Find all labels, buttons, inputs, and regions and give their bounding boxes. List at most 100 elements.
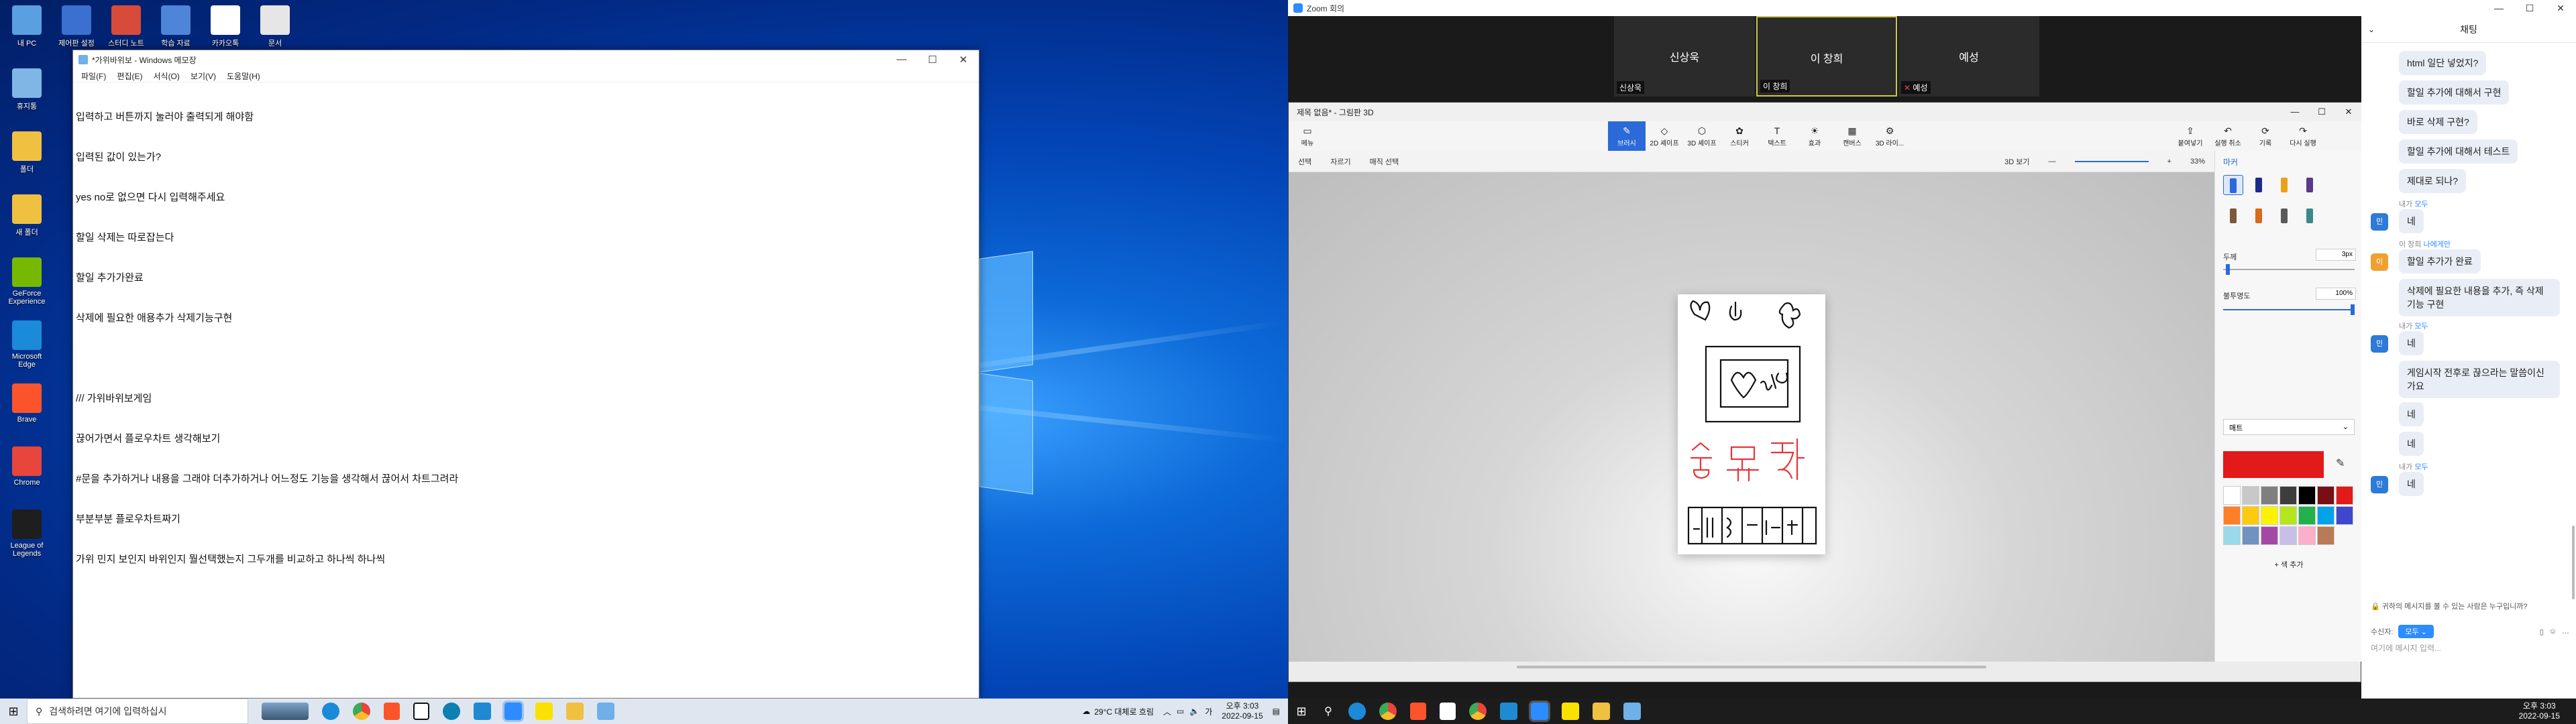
menu-view[interactable]: 보기(V)	[185, 69, 221, 82]
tool-button[interactable]: ☀ 효과	[1796, 121, 1833, 151]
kakaotalk-icon[interactable]	[1562, 703, 1579, 720]
chat-message[interactable]: html 일단 넣었지?	[2399, 51, 2487, 75]
paint3d-maximize-button[interactable]: ☐	[2308, 107, 2335, 117]
select-tool[interactable]: 선택	[1298, 156, 1311, 167]
notepad-text-area[interactable]: 입력하고 버튼까지 눌러야 출력되게 해야함 입력된 값이 있는가? yes n…	[73, 82, 979, 595]
clock[interactable]: 오후 3:03 2022-09-15	[1222, 701, 1263, 721]
desktop-icon[interactable]: 새 폴더	[3, 194, 51, 237]
kakaotalk-icon[interactable]	[535, 703, 553, 720]
file-icon[interactable]: ▯	[2540, 627, 2544, 636]
menu-edit[interactable]: 편집(E)	[111, 69, 148, 82]
start-button[interactable]: ⊞	[0, 705, 27, 719]
chrome-icon[interactable]	[353, 703, 370, 720]
crop-tool[interactable]: 자르기	[1330, 156, 1350, 167]
menu-format[interactable]: 서식(O)	[148, 69, 184, 82]
opacity-slider-thumb[interactable]	[2351, 304, 2355, 315]
desktop-icon[interactable]: 스터디 노트	[102, 5, 150, 48]
ime-indicator[interactable]: 가	[1205, 706, 1212, 717]
tool-button[interactable]: ▦ 캔버스	[1833, 121, 1871, 151]
vscode-icon[interactable]	[1500, 703, 1517, 720]
notepad-taskbar-icon[interactable]	[597, 703, 614, 720]
desktop-icon[interactable]: Brave	[3, 383, 51, 424]
brush-option[interactable]	[2300, 175, 2320, 195]
palette-swatch[interactable]	[2261, 526, 2278, 545]
history-button[interactable]: ⟳ 기록	[2247, 121, 2284, 151]
chat-message[interactable]: 네	[2399, 209, 2424, 233]
desktop-icon[interactable]: 카카오톡	[201, 5, 250, 48]
finish-dropdown[interactable]: 매트 ⌄	[2223, 419, 2355, 435]
chrome-icon[interactable]	[1379, 703, 1397, 720]
chat-message[interactable]: 할일 추가에 대해서 테스트	[2399, 139, 2518, 164]
thickness-slider-thumb[interactable]	[2226, 264, 2230, 275]
maximize-button[interactable]: ☐	[917, 54, 948, 66]
paint3d-close-button[interactable]: ✕	[2335, 107, 2362, 117]
edge-dev-icon[interactable]	[443, 703, 460, 720]
palette-swatch[interactable]	[2317, 506, 2334, 525]
tool-button[interactable]: ✿ 스티커	[1721, 121, 1758, 151]
desktop-icon[interactable]: 휴지통	[3, 68, 51, 111]
notepad-titlebar[interactable]: *가위바위보 - Windows 메모장 — ☐ ✕	[73, 50, 979, 69]
paint3d-window[interactable]: 제목 없음* - 그림판 3D — ☐ ✕ ▭ 메뉴 ✎ 브러시 ◇ 2D 셰이프 ⬡ 3D…	[1288, 102, 2362, 682]
brush-option[interactable]	[2274, 175, 2294, 195]
network-icon[interactable]: ▭	[1177, 707, 1184, 716]
add-color-button[interactable]: + 색 추가	[2223, 557, 2355, 573]
palette-swatch[interactable]	[2298, 506, 2316, 525]
zoom-slider[interactable]	[2074, 160, 2149, 162]
file-explorer-icon[interactable]	[566, 703, 584, 720]
desktop-icon[interactable]: 내 PC	[3, 5, 51, 48]
chat-message[interactable]: 제대로 되나?	[2399, 169, 2467, 193]
search-icon[interactable]: ⚲	[1315, 705, 1342, 718]
tool-button[interactable]: ⚙ 3D 라이...	[1871, 121, 1909, 151]
brave-icon[interactable]	[1410, 703, 1426, 720]
palette-swatch[interactable]	[2242, 486, 2259, 505]
start-button-right[interactable]: ⊞	[1288, 705, 1315, 719]
history-button[interactable]: ↶ 실행 취소	[2209, 121, 2247, 151]
drawing-canvas[interactable]	[1678, 294, 1825, 554]
menu-file[interactable]: 파일(F)	[76, 69, 111, 82]
canvas-scrollbar[interactable]	[1517, 666, 1986, 668]
vscode-icon[interactable]	[474, 703, 491, 720]
clock-right[interactable]: 오후 3:03 2022-09-15	[2519, 701, 2560, 721]
participant-tile-active[interactable]: 이 창희 이 창희	[1756, 16, 1897, 97]
current-color[interactable]	[2223, 451, 2324, 478]
edge-icon[interactable]	[322, 703, 339, 720]
palette-swatch[interactable]	[2261, 506, 2278, 525]
brush-option[interactable]	[2223, 175, 2243, 195]
recipient-dropdown[interactable]: 모두 ⌄	[2398, 625, 2434, 638]
volume-icon[interactable]: 🔈	[1189, 707, 1199, 716]
chat-message[interactable]: 네	[2399, 331, 2424, 355]
desktop-icon[interactable]: GeForce Experience	[3, 257, 51, 306]
palette-swatch[interactable]	[2242, 506, 2259, 525]
chat-message[interactable]: 네	[2399, 402, 2424, 426]
landscape-thumbnail-icon[interactable]	[262, 703, 309, 720]
zoom-icon[interactable]	[502, 701, 524, 722]
minimize-button[interactable]: —	[886, 54, 917, 66]
desktop-icon[interactable]: 문서	[251, 5, 299, 48]
participant-tile[interactable]: 예성 ✕ 예성	[1898, 16, 2039, 97]
desktop-icon[interactable]: Microsoft Edge	[3, 320, 51, 369]
palette-swatch[interactable]	[2298, 526, 2316, 545]
notion-icon[interactable]	[1440, 703, 1456, 720]
chat-message[interactable]: 할일 추가가 완료	[2399, 249, 2481, 274]
chat-message[interactable]: 게임시작 전후로 끊으라는 말씀이신가요	[2399, 361, 2560, 398]
palette-swatch[interactable]	[2279, 486, 2297, 505]
paint3d-titlebar[interactable]: 제목 없음* - 그림판 3D — ☐ ✕	[1289, 103, 2362, 121]
zoom-minimize-button[interactable]: —	[2483, 3, 2514, 14]
desktop-icon[interactable]: 폴더	[3, 131, 51, 174]
notepad-window[interactable]: *가위바위보 - Windows 메모장 — ☐ ✕ 파일(F) 편집(E) 서…	[72, 50, 979, 699]
chrome-profile-icon[interactable]	[1469, 703, 1487, 720]
palette-swatch[interactable]	[2279, 526, 2297, 545]
chat-message[interactable]: 네	[2399, 472, 2424, 496]
file-explorer-icon[interactable]	[1593, 703, 1610, 720]
brush-option[interactable]	[2300, 206, 2320, 226]
participant-tile[interactable]: 신상욱 신상욱	[1614, 16, 1755, 97]
zoom-in-button[interactable]: +	[2167, 158, 2171, 166]
brush-option[interactable]	[2249, 206, 2269, 226]
desktop-icon[interactable]: 학습 자료	[152, 5, 200, 48]
search-box[interactable]: ⚲ 검색하려면 여기에 입력하십시	[27, 699, 248, 724]
desktop-icon[interactable]: League of Legends	[3, 509, 51, 558]
chat-message[interactable]: 바로 삭제 구현?	[2399, 110, 2477, 134]
zoom-titlebar[interactable]: Zoom 회의 — ☐ ✕	[1288, 0, 2576, 16]
menu-button[interactable]: ▭ 메뉴	[1289, 121, 1326, 151]
notification-icon[interactable]: ▤	[1273, 707, 1280, 716]
